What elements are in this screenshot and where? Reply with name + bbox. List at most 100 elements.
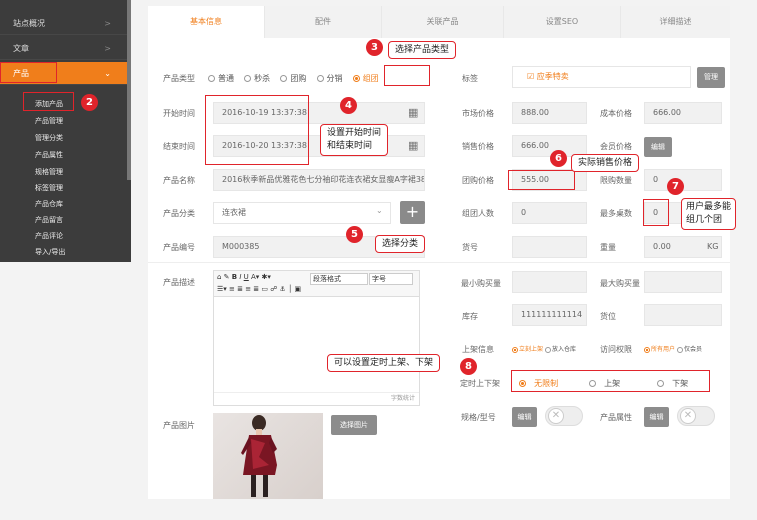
nav-article[interactable]: 文章 >	[0, 37, 131, 60]
calendar-icon[interactable]: ▦	[408, 139, 418, 152]
product-type-radios: 普通 秒杀 团购 分销 组团	[208, 73, 379, 84]
product-name-input[interactable]: 2016秋季新品优雅花色七分袖印花连衣裙女显瘦A字裙3862	[213, 169, 425, 191]
nav-site-overview[interactable]: 站点概况 >	[0, 12, 131, 35]
product-name-label: 产品名称	[163, 176, 195, 185]
manage-tags-button[interactable]: 管理	[697, 67, 725, 88]
fontsize-select[interactable]: 字号	[369, 273, 413, 285]
format-select[interactable]: 段落格式	[310, 273, 368, 285]
add-category-button[interactable]: +	[400, 201, 425, 224]
select-image-button[interactable]: 选择图片	[331, 415, 377, 435]
annotation-box-team-radio	[384, 65, 430, 86]
rich-text-editor[interactable]: ⌂ ✎ B I U A▾ ✱▾ 段落格式 字号 ☰▾ ≡ ≣ ≡ ≣ ▭ ☍ ⚓…	[213, 270, 420, 406]
radio-icon	[208, 75, 215, 82]
team-size-input[interactable]: 0	[512, 202, 587, 224]
tab-seo[interactable]: 设置SEO	[504, 6, 621, 38]
annotation-callout-time: 设置开始时间 和结束时间	[320, 124, 389, 156]
attr-edit-button[interactable]: 编辑	[644, 407, 669, 427]
radio-warehouse[interactable]: 放入仓库	[544, 346, 576, 353]
annotation-badge-5: 5	[346, 226, 363, 243]
tag-value: 应季特卖	[536, 72, 569, 81]
max-buy-input[interactable]	[644, 271, 722, 293]
radio-normal[interactable]: 普通	[208, 74, 234, 83]
annotation-badge-8: 8	[460, 358, 477, 375]
annotation-callout-price: 实际销售价格	[571, 154, 640, 172]
radio-flash[interactable]: 秒杀	[244, 74, 270, 83]
attr-toggle[interactable]: ✕	[677, 406, 715, 426]
annotation-badge-7: 7	[667, 178, 684, 195]
radio-selected-icon	[644, 346, 650, 353]
weight-label: 重量	[600, 243, 616, 252]
subnav-category-manage[interactable]: 管理分类	[35, 130, 63, 146]
radio-members-only[interactable]: 仅会员	[676, 346, 702, 353]
radio-all-users[interactable]: 所有用户	[644, 346, 675, 353]
subnav-message[interactable]: 产品留言	[35, 212, 63, 228]
radio-label: 所有用户	[651, 346, 676, 353]
annotation-badge-6: 6	[550, 150, 567, 167]
annotation-callout-category: 选择分类	[375, 235, 426, 253]
calendar-icon[interactable]: ▦	[408, 106, 418, 119]
radio-team[interactable]: 组团	[352, 74, 379, 83]
editor-toolbar-icons[interactable]: ⌂ ✎ B I U A▾ ✱▾	[217, 273, 271, 281]
annotation-box-max-teams	[643, 199, 669, 226]
max-buy-label: 最大购买量	[600, 279, 640, 288]
member-price-label: 会员价格	[600, 142, 632, 151]
tab-related[interactable]: 关联产品	[382, 6, 504, 38]
subnav-warehouse[interactable]: 产品仓库	[35, 196, 63, 212]
goods-number-input[interactable]	[512, 236, 587, 258]
spec-label: 规格/型号	[461, 413, 496, 422]
subnav-spec-manage[interactable]: 规格管理	[35, 164, 63, 180]
stock-input[interactable]: 111111111114	[512, 304, 587, 326]
market-price-input[interactable]: 888.00	[512, 102, 587, 124]
sidebar-scrollbar[interactable]	[127, 0, 131, 180]
spec-edit-button[interactable]: 编辑	[512, 407, 537, 427]
annotation-box-time	[205, 95, 309, 165]
tag-input[interactable]: ☑ 应季特卖	[512, 66, 691, 88]
tab-accessories[interactable]: 配件	[265, 6, 382, 38]
subnav-product-attr[interactable]: 产品属性	[35, 147, 63, 163]
annotation-text: 和结束时间	[327, 141, 373, 151]
editor-toolbar-row2[interactable]: ☰▾ ≡ ≣ ≡ ≣ ▭ ☍ ⚓ │ ▣	[217, 285, 301, 293]
image-label: 产品图片	[163, 421, 195, 430]
start-time-label: 开始时间	[163, 109, 195, 118]
category-label: 产品分类	[163, 209, 195, 218]
radio-distribution[interactable]: 分销	[316, 74, 343, 83]
radio-selected-icon	[512, 346, 518, 353]
description-label: 产品描述	[163, 278, 195, 287]
category-select[interactable]: 连衣裙	[213, 202, 391, 224]
subnav-review[interactable]: 产品评论	[35, 228, 63, 244]
annotation-box-timed-shelf	[511, 370, 710, 392]
product-code-label: 产品编号	[163, 243, 195, 252]
radio-label: 放入仓库	[551, 346, 576, 353]
team-size-label: 组团人数	[462, 209, 494, 218]
radio-label: 秒杀	[254, 74, 271, 83]
min-buy-input[interactable]	[512, 271, 587, 293]
radio-icon	[244, 75, 252, 82]
chevron-right-icon: >	[104, 19, 111, 28]
member-price-edit-button[interactable]: 编辑	[644, 137, 672, 157]
group-price-label: 团购价格	[462, 176, 494, 185]
annotation-box-product-nav	[0, 62, 57, 83]
subnav-import-export[interactable]: 导入/导出	[35, 244, 65, 260]
radio-icon	[544, 346, 551, 353]
spec-toggle[interactable]: ✕	[545, 406, 583, 426]
radio-label: 团购	[290, 74, 307, 83]
chevron-down-icon: ⌄	[104, 69, 111, 78]
cost-price-input[interactable]: 666.00	[644, 102, 722, 124]
close-icon: ✕	[548, 408, 564, 424]
goods-number-label: 货号	[462, 243, 478, 252]
annotation-text: 组几个团	[686, 215, 723, 225]
radio-label: 普通	[218, 74, 234, 83]
tab-detail[interactable]: 详细描述	[621, 6, 730, 38]
radio-shelf-now[interactable]: 立刻上架	[512, 346, 543, 353]
sale-price-label: 销售价格	[462, 142, 494, 151]
radio-icon	[316, 75, 324, 82]
location-input[interactable]	[644, 304, 722, 326]
subnav-tag-manage[interactable]: 标签管理	[35, 180, 63, 196]
radio-groupbuy[interactable]: 团购	[280, 74, 306, 83]
subnav-product-manage[interactable]: 产品管理	[35, 113, 63, 129]
tab-basic-info[interactable]: 基本信息	[148, 6, 265, 38]
checkbox-icon: ☑	[527, 72, 537, 81]
radio-selected-icon	[352, 75, 360, 82]
annotation-text: 设置开始时间	[327, 128, 382, 138]
chevron-down-icon: ⌄	[376, 206, 383, 215]
